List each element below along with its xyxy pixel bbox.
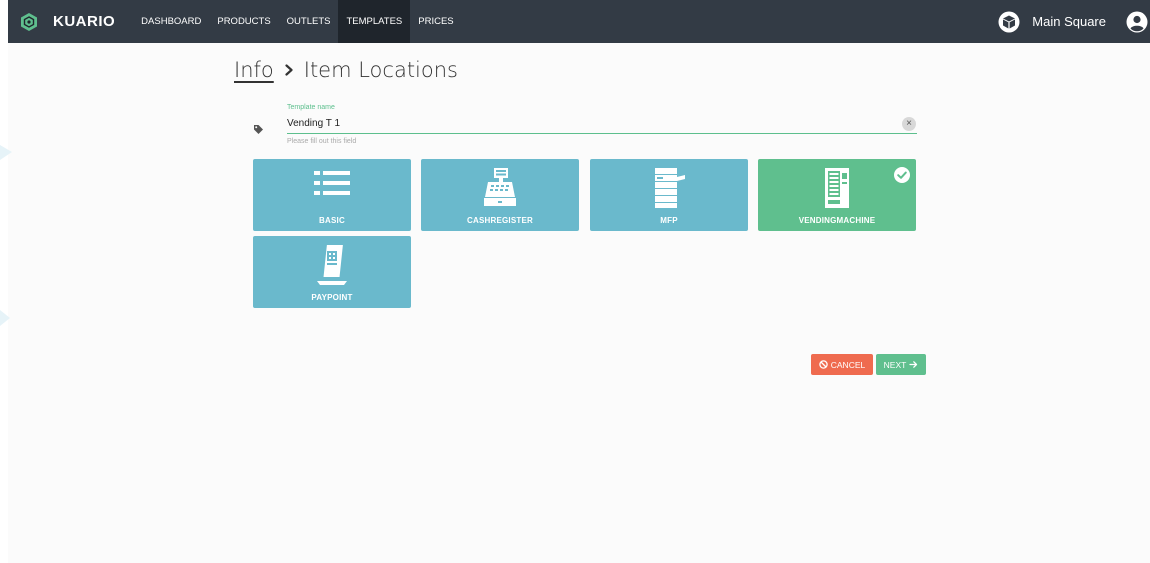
- breadcrumb: Info Item Locations: [234, 58, 458, 82]
- nav-templates[interactable]: TEMPLATES: [338, 0, 411, 43]
- chevron-right-icon: [285, 64, 293, 76]
- breadcrumb-current: Item Locations: [303, 58, 458, 82]
- tile-label: PAYPOINT: [311, 293, 353, 302]
- page-background: [8, 0, 1150, 563]
- tile-mfp[interactable]: MFP: [590, 159, 748, 231]
- tile-label: VENDINGMACHINE: [798, 216, 876, 225]
- qr-stand-icon: [317, 245, 347, 285]
- tile-cashregister[interactable]: CASHREGISTER: [421, 159, 579, 231]
- tag-icon: [254, 125, 263, 134]
- tile-label: BASIC: [319, 216, 345, 225]
- top-navbar: KUARIO DASHBOARD PRODUCTS OUTLETS TEMPLA…: [8, 0, 1150, 43]
- background-decoration: [0, 145, 12, 326]
- tile-label: CASHREGISTER: [467, 216, 533, 225]
- next-label: NEXT: [883, 359, 907, 370]
- list-icon: [314, 171, 350, 195]
- tile-vendingmachine[interactable]: VENDINGMACHINE: [758, 159, 916, 231]
- template-name-label: Template name: [287, 104, 335, 111]
- next-button[interactable]: NEXT: [876, 354, 926, 375]
- tile-basic[interactable]: BASIC: [253, 159, 411, 231]
- user-account-icon[interactable]: [1126, 11, 1148, 33]
- kuario-logo-icon[interactable]: [19, 12, 39, 32]
- tile-label: MFP: [660, 216, 678, 225]
- tile-paypoint[interactable]: PAYPOINT: [253, 236, 411, 308]
- cash-register-icon: [484, 168, 516, 206]
- outlet-name[interactable]: Main Square: [1032, 14, 1106, 29]
- printer-icon: [655, 168, 685, 208]
- nav-dashboard[interactable]: DASHBOARD: [133, 0, 209, 43]
- ban-icon: [819, 360, 828, 369]
- outlet-box-icon[interactable]: [998, 11, 1020, 33]
- template-name-input[interactable]: [287, 114, 917, 134]
- brand-name[interactable]: KUARIO: [53, 13, 115, 30]
- breadcrumb-info-link[interactable]: Info: [234, 58, 274, 82]
- checkmark-icon: [894, 167, 910, 183]
- nav-products[interactable]: PRODUCTS: [209, 0, 278, 43]
- nav-outlets[interactable]: OUTLETS: [279, 0, 339, 43]
- navbar-right: Main Square: [998, 0, 1150, 43]
- clear-input-button[interactable]: ×: [902, 117, 916, 131]
- cancel-button[interactable]: CANCEL: [811, 354, 873, 375]
- vending-machine-icon: [825, 168, 849, 208]
- arrow-right-icon: [909, 361, 918, 368]
- template-name-help: Please fill out this field: [287, 138, 357, 145]
- cancel-label: CANCEL: [830, 359, 866, 370]
- nav-prices[interactable]: PRICES: [410, 0, 461, 43]
